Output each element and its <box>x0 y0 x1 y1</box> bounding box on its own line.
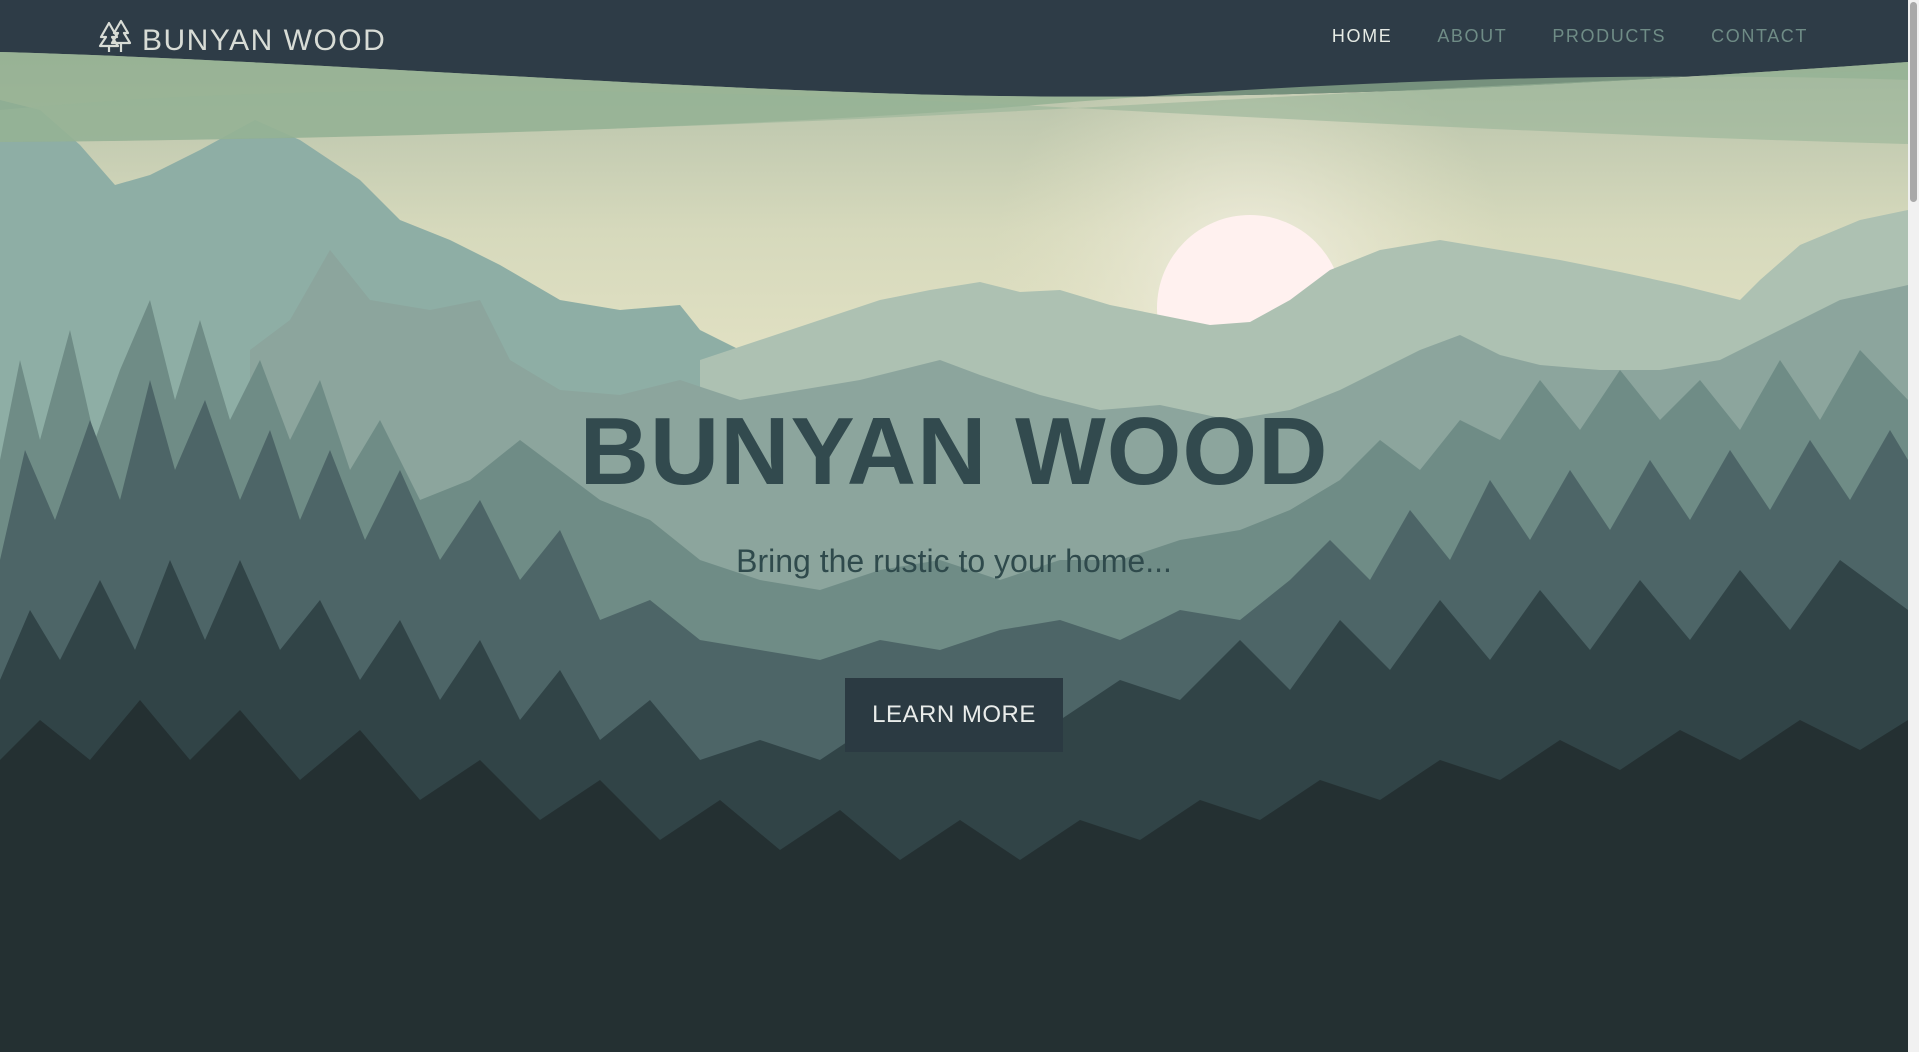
brand-name: BUNYAN WOOD <box>142 24 387 57</box>
hero-title: BUNYAN WOOD <box>579 398 1329 505</box>
vertical-scrollbar[interactable] <box>1908 0 1919 1052</box>
landing-page: BUNYAN WOOD HOME ABOUT PRODUCTS CONTACT … <box>0 0 1919 1052</box>
nav-link-products[interactable]: PRODUCTS <box>1552 26 1666 47</box>
learn-more-button[interactable]: LEARN MORE <box>845 678 1063 752</box>
hero-subtitle: Bring the rustic to your home... <box>736 543 1172 579</box>
brand-logo-link[interactable]: BUNYAN WOOD <box>98 19 387 58</box>
pine-trees-icon <box>98 19 132 52</box>
nav-link-contact[interactable]: CONTACT <box>1711 26 1808 47</box>
nav-link-home[interactable]: HOME <box>1332 26 1392 47</box>
scrollbar-thumb[interactable] <box>1910 2 1917 202</box>
forest-landscape-background <box>0 0 1908 1052</box>
navbar: BUNYAN WOOD HOME ABOUT PRODUCTS CONTACT <box>0 0 1908 80</box>
nav-links: HOME ABOUT PRODUCTS CONTACT <box>1332 26 1808 47</box>
nav-link-about[interactable]: ABOUT <box>1437 26 1507 47</box>
